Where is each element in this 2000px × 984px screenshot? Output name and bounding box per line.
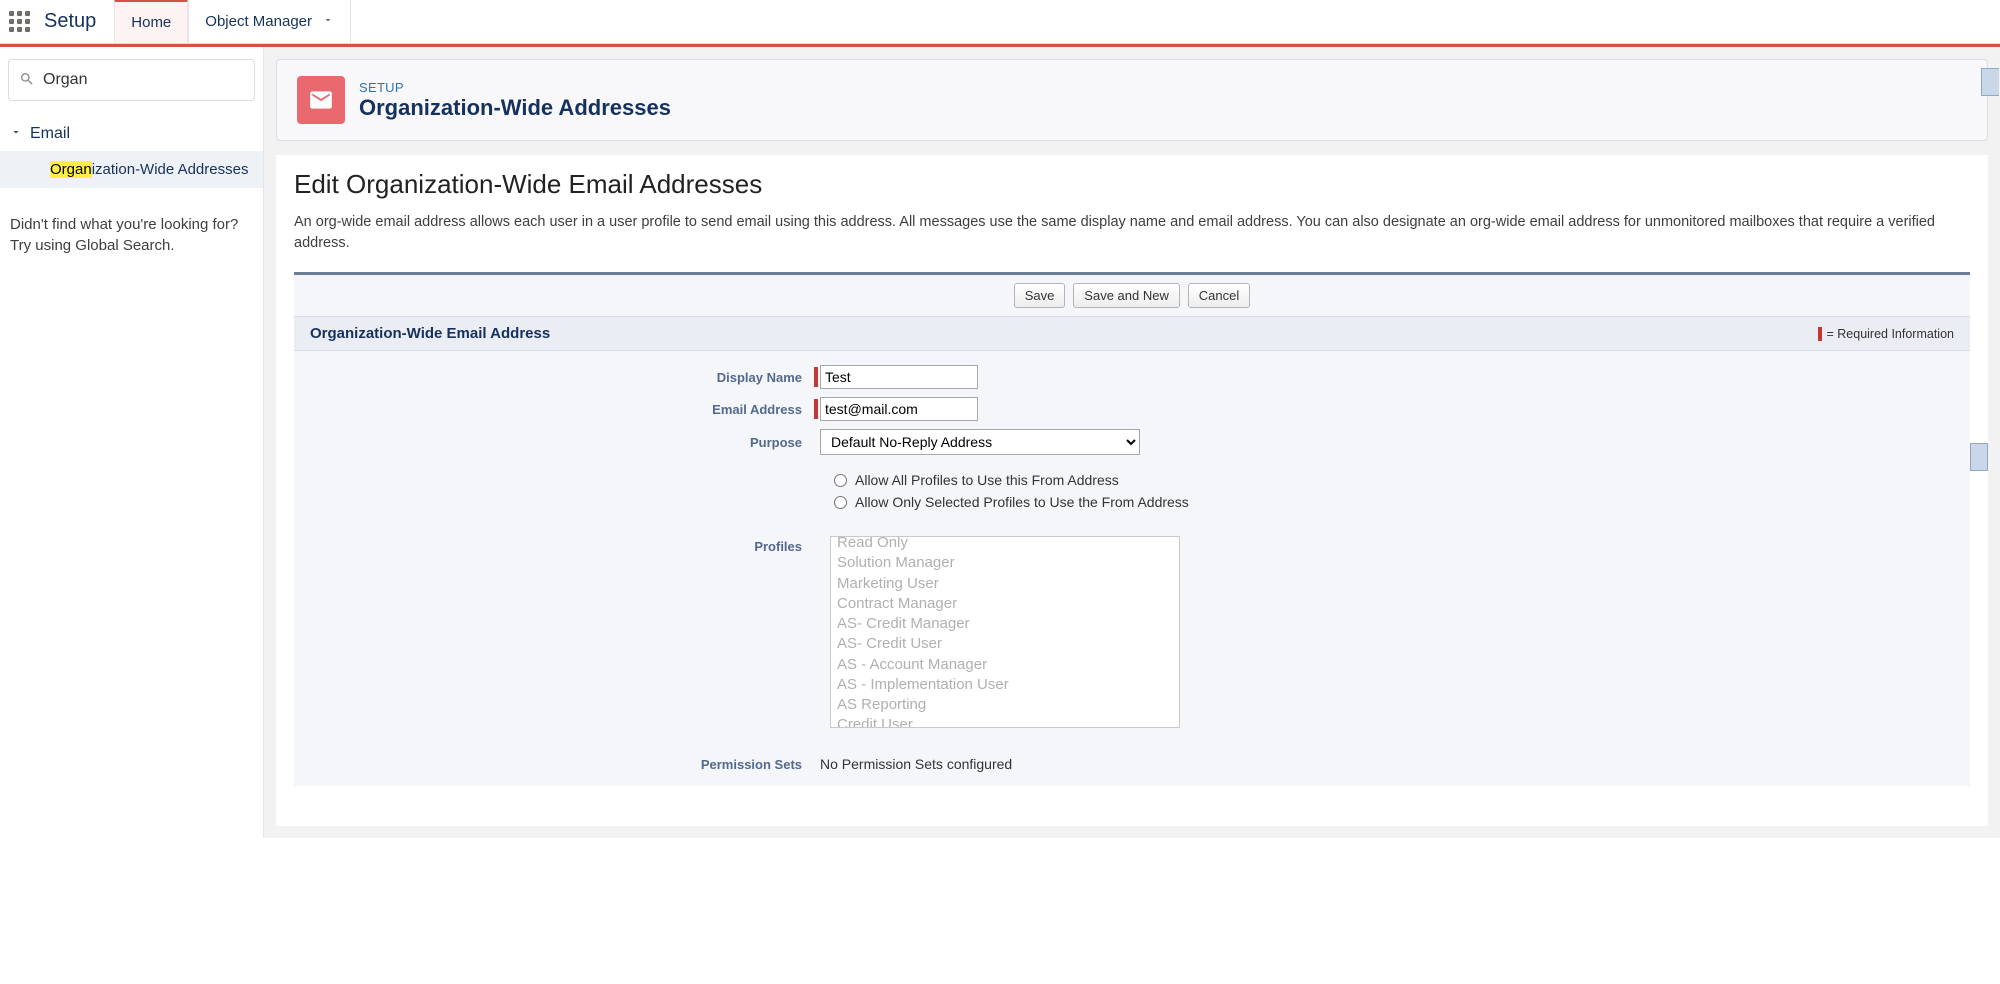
tab-object-manager[interactable]: Object Manager xyxy=(188,0,351,44)
mail-icon xyxy=(297,76,345,124)
list-item[interactable]: AS- Credit Manager xyxy=(837,614,1173,634)
hint-line: Try using Global Search. xyxy=(10,235,253,256)
required-legend: = Required Information xyxy=(1818,327,1954,341)
tree-node-label: Email xyxy=(30,125,70,143)
no-results-hint: Didn't find what you're looking for? Try… xyxy=(0,196,263,274)
hint-line: Didn't find what you're looking for? xyxy=(10,214,253,235)
list-item[interactable]: AS Reporting xyxy=(837,695,1173,715)
list-item[interactable]: AS - Account Manager xyxy=(837,655,1173,675)
radio-label: Allow Only Selected Profiles to Use the … xyxy=(855,494,1189,510)
chevron-down-icon xyxy=(322,13,334,30)
content-heading: Edit Organization-Wide Email Addresses xyxy=(294,169,1970,200)
allow-all-profiles-radio[interactable] xyxy=(834,474,847,487)
list-item[interactable]: AS- Credit User xyxy=(837,634,1173,654)
collapse-handle[interactable] xyxy=(1981,68,1999,96)
tab-label: Home xyxy=(131,14,171,31)
page-title: Organization-Wide Addresses xyxy=(359,95,671,121)
list-item[interactable]: Read Only xyxy=(837,536,1173,553)
permission-sets-label: Permission Sets xyxy=(294,757,814,772)
search-input[interactable] xyxy=(43,71,244,89)
required-bar-icon xyxy=(814,399,818,419)
sidebar: Email Organization-Wide Addresses Didn't… xyxy=(0,47,264,838)
list-item[interactable]: Contract Manager xyxy=(837,594,1173,614)
list-item[interactable]: AS - Implementation User xyxy=(837,675,1173,695)
tree-child-rest: ization-Wide Addresses xyxy=(92,161,249,178)
email-address-label: Email Address xyxy=(294,402,814,417)
tree-node-org-wide-addresses[interactable]: Organization-Wide Addresses xyxy=(0,151,263,188)
main-content: SETUP Organization-Wide Addresses Edit O… xyxy=(264,47,2000,838)
required-bar-icon xyxy=(814,367,818,387)
tab-label: Object Manager xyxy=(205,13,312,30)
list-item[interactable]: Solution Manager xyxy=(837,553,1173,573)
content-description: An org-wide email address allows each us… xyxy=(294,212,1970,254)
save-and-new-button[interactable]: Save and New xyxy=(1073,283,1180,308)
form-body: Display Name Email Address xyxy=(294,351,1970,786)
page-eyebrow: SETUP xyxy=(359,80,671,95)
page-header: SETUP Organization-Wide Addresses xyxy=(276,59,1988,141)
required-bar-icon xyxy=(1818,327,1822,341)
highlight-text: Organ xyxy=(50,161,92,178)
radio-label: Allow All Profiles to Use this From Addr… xyxy=(855,472,1119,488)
list-item[interactable]: Credit User xyxy=(837,715,1173,728)
allow-selected-profiles-radio[interactable] xyxy=(834,496,847,509)
tree-node-email[interactable]: Email xyxy=(0,117,263,151)
save-button[interactable]: Save xyxy=(1014,283,1066,308)
list-item[interactable]: Marketing User xyxy=(837,574,1173,594)
purpose-select[interactable]: Default No-Reply Address xyxy=(820,429,1140,455)
collapse-handle[interactable] xyxy=(1970,443,1988,471)
search-icon xyxy=(19,71,35,90)
section-header: Organization-Wide Email Address = Requir… xyxy=(294,316,1970,351)
display-name-input[interactable] xyxy=(820,365,978,389)
tab-home[interactable]: Home xyxy=(114,0,188,43)
content-panel: Edit Organization-Wide Email Addresses A… xyxy=(276,155,1988,826)
app-name: Setup xyxy=(38,10,114,33)
profiles-label: Profiles xyxy=(294,535,814,554)
cancel-button[interactable]: Cancel xyxy=(1188,283,1250,308)
display-name-label: Display Name xyxy=(294,370,814,385)
button-row: Save Save and New Cancel xyxy=(294,275,1970,316)
form-block: Save Save and New Cancel Organization-Wi… xyxy=(294,272,1970,786)
quick-find-search[interactable] xyxy=(8,59,255,101)
profiles-listbox[interactable]: Read OnlySolution ManagerMarketing UserC… xyxy=(830,536,1180,728)
required-legend-text: = Required Information xyxy=(1826,327,1954,341)
permission-sets-value: No Permission Sets configured xyxy=(814,756,1012,772)
app-launcher-icon[interactable] xyxy=(0,11,38,32)
section-title: Organization-Wide Email Address xyxy=(310,325,550,342)
email-address-input[interactable] xyxy=(820,397,978,421)
purpose-label: Purpose xyxy=(294,435,814,450)
top-nav: Setup Home Object Manager xyxy=(0,0,2000,44)
chevron-down-icon xyxy=(10,125,22,143)
